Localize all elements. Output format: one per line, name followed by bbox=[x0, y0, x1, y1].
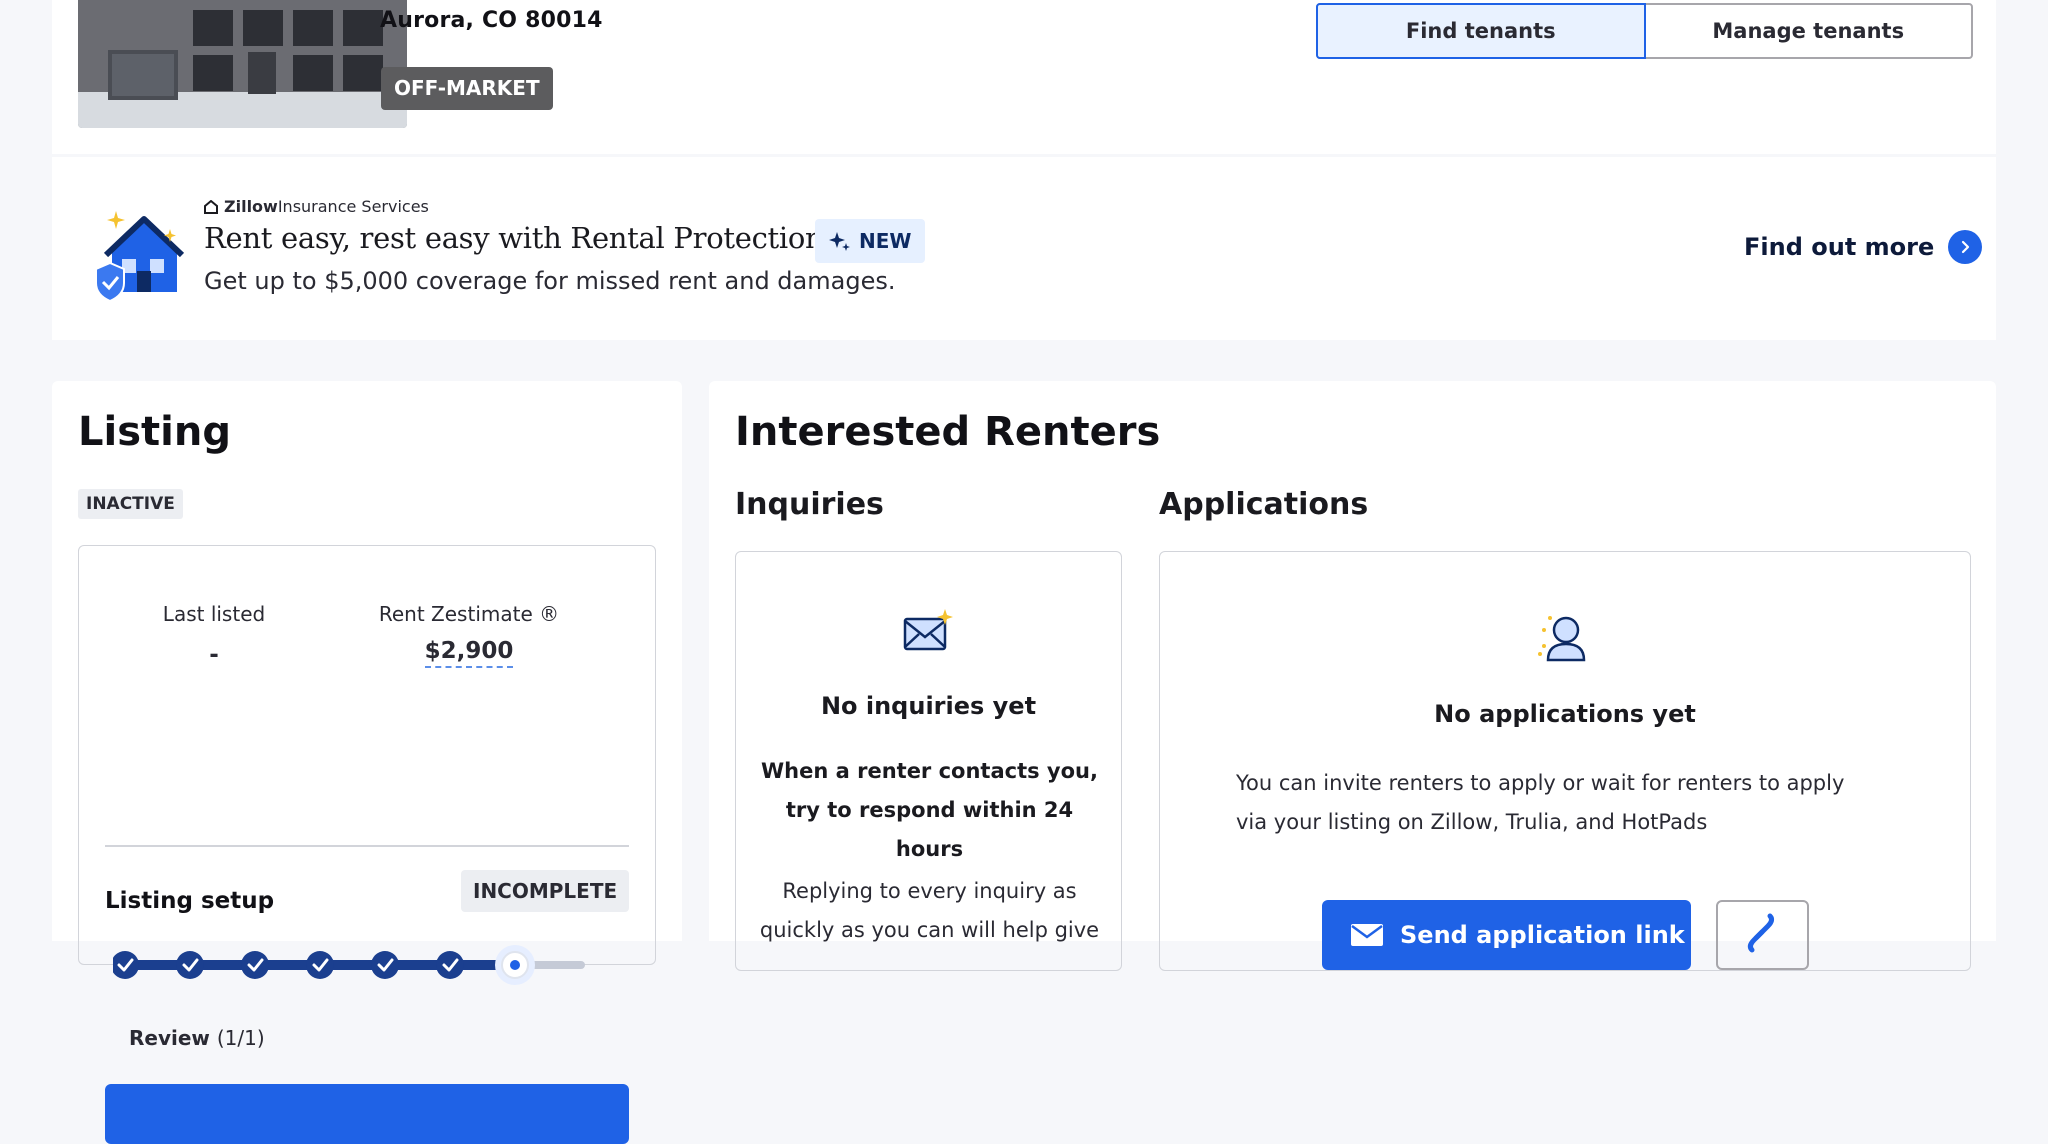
inquiries-title: Inquiries bbox=[735, 487, 884, 522]
brand-suffix: Insurance Services bbox=[277, 197, 429, 216]
applications-body: You can invite renters to apply or wait … bbox=[1236, 771, 1845, 834]
applications-empty-state: No applications yet You can invite rente… bbox=[1159, 551, 1971, 971]
step-complete-marker bbox=[113, 951, 139, 979]
inquiries-hint: When a renter contacts you, try to respo… bbox=[761, 759, 1098, 861]
rental-protection-banner: ZillowInsurance Services Rent easy, rest… bbox=[52, 157, 1996, 340]
envelope-icon bbox=[1351, 924, 1383, 946]
renter-profile-icon bbox=[1538, 616, 1586, 662]
step-complete-marker bbox=[241, 951, 269, 979]
listing-title: Listing bbox=[78, 409, 231, 455]
manage-tenants-tab[interactable]: Manage tenants bbox=[1646, 5, 1972, 57]
listing-setup-progress bbox=[113, 945, 585, 985]
off-market-badge: OFF-MARKET bbox=[381, 67, 553, 110]
inquiries-body: Replying to every inquiry as quickly as … bbox=[759, 879, 1100, 942]
send-application-link-label: Send application link bbox=[1400, 921, 1685, 949]
continue-listing-button[interactable] bbox=[105, 1084, 629, 1144]
brand-name: Zillow bbox=[224, 197, 278, 216]
listing-card: Listing INACTIVE Last listed - Rent Zest… bbox=[52, 381, 682, 1144]
sparkle-icon bbox=[829, 232, 850, 251]
new-badge-label: NEW bbox=[859, 229, 912, 253]
property-photo[interactable] bbox=[78, 0, 407, 128]
step-complete-marker bbox=[436, 951, 464, 979]
property-address: Aurora, CO 80014 bbox=[380, 8, 603, 33]
house-shield-illustration bbox=[82, 207, 192, 307]
find-out-more-label: Find out more bbox=[1744, 233, 1935, 261]
current-step-label: Review (1/1) bbox=[129, 1026, 265, 1050]
divider bbox=[105, 845, 629, 847]
last-listed-value: - bbox=[209, 642, 219, 668]
banner-subtitle: Get up to $5,000 coverage for missed ren… bbox=[204, 267, 896, 295]
listing-setup-label: Listing setup bbox=[105, 888, 275, 914]
zillow-logo-icon bbox=[204, 199, 218, 214]
step-complete-marker bbox=[306, 951, 334, 979]
step-current-dot bbox=[510, 960, 520, 970]
interested-renters-card: Interested Renters Inquiries Application… bbox=[709, 381, 1996, 971]
current-step-count: (1/1) bbox=[216, 1026, 265, 1050]
applications-title: Applications bbox=[1159, 487, 1369, 522]
current-step-name: Review bbox=[129, 1026, 210, 1050]
property-header: Aurora, CO 80014 OFF-MARKET Find tenants… bbox=[52, 0, 1996, 154]
setup-status-badge: INCOMPLETE bbox=[461, 870, 630, 912]
zillow-insurance-logo: ZillowInsurance Services bbox=[204, 197, 429, 216]
send-application-link-button[interactable]: Send application link bbox=[1322, 900, 1691, 970]
find-tenants-tab[interactable]: Find tenants bbox=[1316, 3, 1646, 59]
inquiries-empty-title: No inquiries yet bbox=[820, 692, 1037, 720]
new-badge: NEW bbox=[815, 219, 926, 263]
listing-summary-panel: Last listed - Rent Zestimate ® $2,900 Li… bbox=[78, 545, 656, 1144]
link-icon bbox=[1747, 913, 1775, 953]
rent-zestimate-value[interactable]: $2,900 bbox=[424, 638, 514, 668]
last-listed-label: Last listed bbox=[162, 602, 266, 626]
banner-headline: Rent easy, rest easy with Rental Protect… bbox=[204, 221, 824, 255]
step-complete-marker bbox=[371, 951, 399, 979]
find-out-more-link[interactable]: Find out more bbox=[1744, 230, 1983, 264]
envelope-icon bbox=[903, 609, 953, 651]
interested-renters-title: Interested Renters bbox=[735, 409, 1161, 455]
step-complete-marker bbox=[176, 951, 204, 979]
rent-zestimate-label: Rent Zestimate ® bbox=[378, 602, 560, 626]
listing-status-badge: INACTIVE bbox=[78, 489, 183, 519]
copy-link-button[interactable] bbox=[1716, 900, 1809, 970]
chevron-right-icon bbox=[1948, 230, 1983, 264]
tenant-mode-toggle: Find tenants Manage tenants bbox=[1316, 3, 1973, 59]
inquiries-empty-state: No inquiries yet When a renter contacts … bbox=[735, 551, 1122, 971]
applications-empty-title: No applications yet bbox=[1434, 700, 1696, 728]
